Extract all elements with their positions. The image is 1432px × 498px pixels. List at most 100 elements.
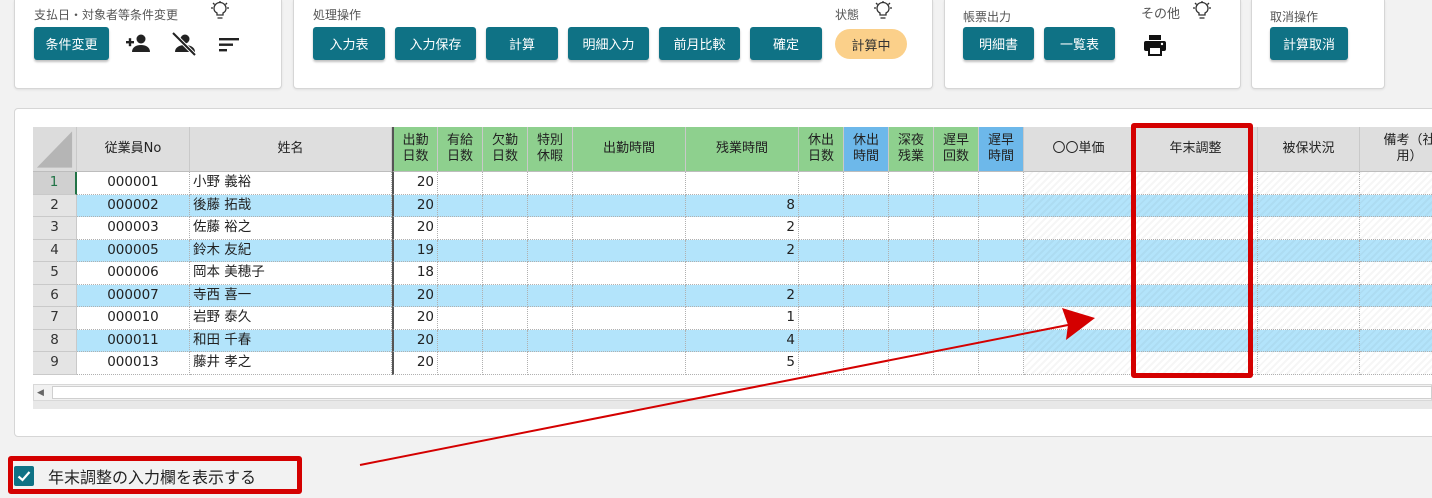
detail-input-button[interactable]: 明細入力 [568, 27, 649, 60]
confirm-button[interactable]: 確定 [750, 27, 822, 60]
grid-cell[interactable] [438, 352, 483, 375]
change-conditions-button[interactable]: 条件変更 [34, 27, 109, 60]
grid-cell[interactable] [1024, 352, 1134, 375]
overtime-cell[interactable] [686, 262, 799, 285]
person-add-icon[interactable] [126, 32, 152, 56]
input-sheet-button[interactable]: 入力表 [313, 27, 385, 60]
grid-cell[interactable] [889, 329, 934, 352]
employee-no-cell[interactable]: 000002 [77, 194, 190, 217]
grid-cell[interactable] [934, 172, 979, 195]
grid-cell[interactable] [483, 329, 528, 352]
column-header[interactable]: 有給 日数 [438, 127, 483, 172]
lightbulb-icon[interactable] [1191, 1, 1213, 21]
row-number[interactable]: 3 [33, 217, 77, 240]
grid-cell[interactable] [1258, 217, 1360, 240]
lightbulb-icon[interactable] [872, 1, 894, 21]
column-header[interactable]: 欠勤 日数 [483, 127, 528, 172]
grid-cell[interactable] [438, 217, 483, 240]
overtime-cell[interactable] [686, 172, 799, 195]
grid-cell[interactable] [483, 172, 528, 195]
input-save-button[interactable]: 入力保存 [395, 27, 476, 60]
grid-cell[interactable] [1258, 262, 1360, 285]
person-off-icon[interactable] [171, 32, 197, 56]
grid-cell[interactable] [528, 352, 573, 375]
grid-cell[interactable] [1360, 284, 1432, 307]
row-number[interactable]: 5 [33, 262, 77, 285]
column-header[interactable]: 備考（社 用） [1360, 127, 1432, 172]
grid-cell[interactable] [438, 329, 483, 352]
overtime-cell[interactable]: 4 [686, 329, 799, 352]
print-icon[interactable] [1142, 33, 1168, 57]
grid-cell[interactable] [934, 262, 979, 285]
grid-cell[interactable] [934, 194, 979, 217]
column-header[interactable]: 残業時間 [686, 127, 799, 172]
grid-cell[interactable] [483, 217, 528, 240]
grid-cell[interactable] [799, 307, 844, 330]
grid-cell[interactable] [1360, 307, 1432, 330]
row-number[interactable]: 1 [33, 172, 77, 195]
grid-cell[interactable] [483, 307, 528, 330]
grid-cell[interactable] [844, 172, 889, 195]
employee-name-cell[interactable]: 後藤 拓哉 [190, 194, 392, 217]
grid-cell[interactable] [979, 329, 1024, 352]
grid-cell[interactable] [573, 352, 686, 375]
grid-cell[interactable] [889, 239, 934, 262]
grid-cell[interactable] [573, 284, 686, 307]
grid-cell[interactable] [799, 194, 844, 217]
grid-cell[interactable] [934, 352, 979, 375]
grid-cell[interactable] [889, 307, 934, 330]
grid-cell[interactable] [483, 262, 528, 285]
grid-cell[interactable] [438, 194, 483, 217]
grid-cell[interactable] [1024, 239, 1134, 262]
grid-cell[interactable] [1258, 284, 1360, 307]
employee-no-cell[interactable]: 000010 [77, 307, 190, 330]
employee-name-cell[interactable]: 藤井 孝之 [190, 352, 392, 375]
grid-cell[interactable] [979, 239, 1024, 262]
grid-cell[interactable] [573, 307, 686, 330]
grid-cell[interactable] [528, 284, 573, 307]
employee-name-cell[interactable]: 鈴木 友紀 [190, 239, 392, 262]
grid-cell[interactable] [799, 239, 844, 262]
grid-cell[interactable] [799, 329, 844, 352]
row-number[interactable]: 9 [33, 352, 77, 375]
grid-cell[interactable] [528, 194, 573, 217]
grid-cell[interactable] [483, 239, 528, 262]
grid-cell[interactable] [934, 284, 979, 307]
grid-cell[interactable] [799, 172, 844, 195]
grid-cell[interactable] [844, 284, 889, 307]
grid-cell[interactable] [483, 352, 528, 375]
row-number[interactable]: 4 [33, 239, 77, 262]
column-header[interactable]: 姓名 [190, 127, 392, 172]
grid-cell[interactable] [979, 307, 1024, 330]
overtime-cell[interactable]: 2 [686, 239, 799, 262]
grid-cell[interactable] [889, 262, 934, 285]
grid-cell[interactable] [528, 217, 573, 240]
grid-cell[interactable] [934, 239, 979, 262]
grid-cell[interactable] [844, 307, 889, 330]
grid-cell[interactable] [1024, 217, 1134, 240]
calculate-button[interactable]: 計算 [486, 27, 558, 60]
grid-cell[interactable] [799, 217, 844, 240]
work-days-cell[interactable]: 20 [392, 307, 438, 330]
employee-no-cell[interactable]: 000013 [77, 352, 190, 375]
grid-cell[interactable] [573, 194, 686, 217]
employee-name-cell[interactable]: 寺西 喜一 [190, 284, 392, 307]
employee-name-cell[interactable]: 佐藤 裕之 [190, 217, 392, 240]
grid-cell[interactable] [844, 352, 889, 375]
work-days-cell[interactable]: 20 [392, 172, 438, 195]
grid-cell[interactable] [1360, 217, 1432, 240]
grid-cell[interactable] [438, 307, 483, 330]
grid-cell[interactable] [483, 284, 528, 307]
column-header[interactable]: 被保状況 [1258, 127, 1360, 172]
previous-month-compare-button[interactable]: 前月比較 [659, 27, 740, 60]
work-days-cell[interactable]: 20 [392, 352, 438, 375]
employee-name-cell[interactable]: 和田 千春 [190, 329, 392, 352]
row-number[interactable]: 6 [33, 284, 77, 307]
grid-cell[interactable] [528, 262, 573, 285]
overtime-cell[interactable]: 1 [686, 307, 799, 330]
grid-cell[interactable] [1258, 352, 1360, 375]
grid-cell[interactable] [1258, 329, 1360, 352]
grid-cell[interactable] [1024, 329, 1134, 352]
grid-cell[interactable] [1360, 239, 1432, 262]
grid-cell[interactable] [573, 329, 686, 352]
